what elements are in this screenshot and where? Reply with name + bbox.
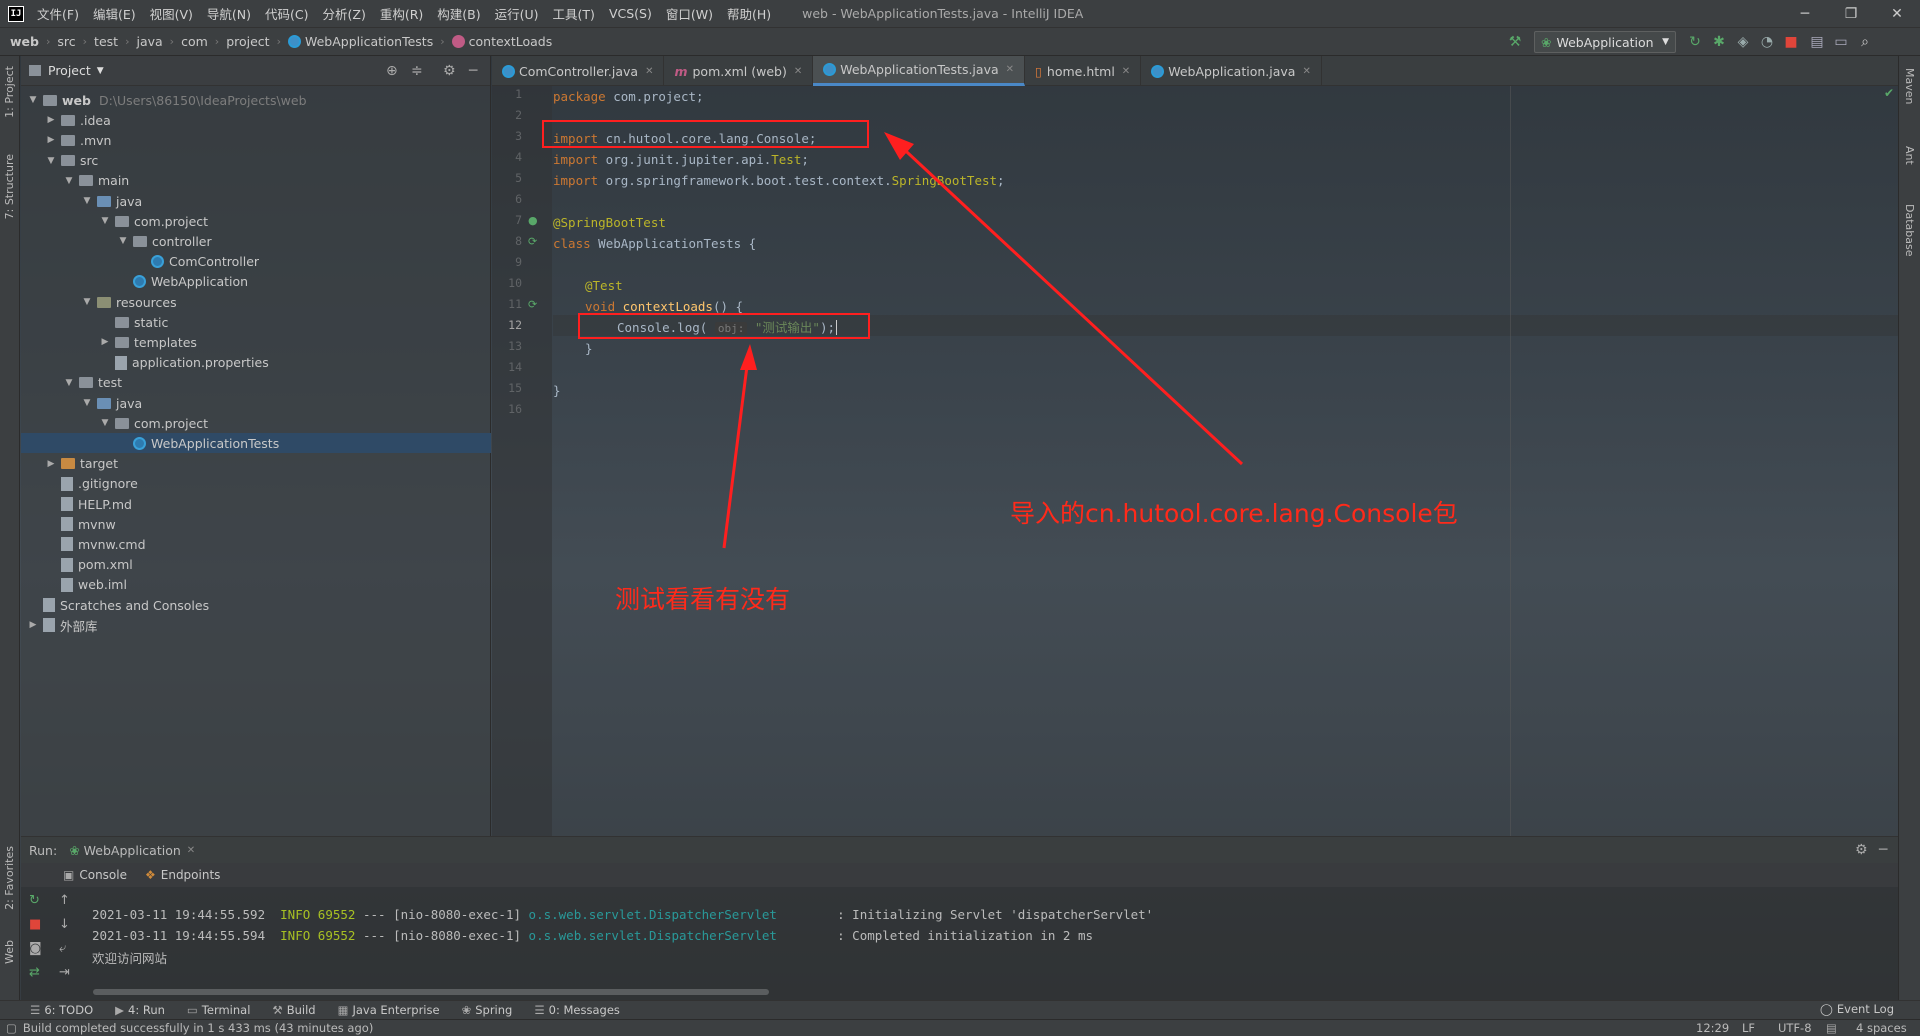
tool-window-icon: ⚒	[272, 1003, 283, 1017]
bottom-tab[interactable]: ▭ Terminal	[187, 1003, 250, 1017]
bottom-tab[interactable]: ☰ 6: TODO	[30, 1003, 93, 1017]
arrow-to-console-log	[722, 357, 750, 549]
bottom-tab[interactable]: ☰ 0: Messages	[534, 1003, 620, 1017]
event-log-button[interactable]: ◯ Event Log	[1820, 1002, 1894, 1016]
status-message[interactable]: Build completed successfully in 1 s 433 …	[23, 1021, 373, 1035]
run-label: Run:	[29, 842, 58, 858]
run-tool-window: Run: ❀ WebApplication ✕ ⚙ ─ ▣ Console ❖ …	[21, 836, 1898, 1000]
tool-window-icon: ☰	[30, 1003, 41, 1017]
arrowhead-icon	[740, 344, 757, 370]
bottom-tab-label: Java Enterprise	[352, 1003, 440, 1017]
tool-window-icon: ▶	[115, 1003, 125, 1017]
caret-position[interactable]: 12:29	[1696, 1021, 1729, 1035]
bottom-tab-label: 0: Messages	[548, 1003, 620, 1017]
bottom-tab[interactable]: ⚒ Build	[272, 1003, 315, 1017]
tool-window-icon: ▦	[337, 1003, 349, 1017]
indent-setting[interactable]: 4 spaces	[1856, 1021, 1907, 1035]
bottom-tab-label: Spring	[475, 1003, 513, 1017]
console-output: 欢迎访问网站	[92, 951, 168, 966]
tool-window-icon: ❀	[461, 1003, 472, 1017]
run-config-tab[interactable]: WebApplication	[84, 843, 181, 858]
rerun-icon[interactable]: ↻	[29, 893, 40, 908]
horizontal-scrollbar[interactable]	[93, 989, 769, 995]
restore-layout-icon[interactable]: ⇄	[29, 965, 40, 980]
scroll-end-icon[interactable]: ⇥	[59, 965, 70, 980]
soft-wrap-icon[interactable]: ⤶	[59, 941, 66, 956]
event-log-icon: ◯	[1820, 1002, 1833, 1016]
endpoints-tab[interactable]: Endpoints	[161, 868, 221, 882]
arrow-down-icon[interactable]: ↓	[59, 917, 70, 932]
file-encoding[interactable]: UTF-8	[1778, 1021, 1812, 1035]
line-separator[interactable]: LF	[1742, 1021, 1755, 1035]
tool-window-icon: ▭	[186, 1003, 198, 1017]
event-log-label: Event Log	[1836, 1002, 1895, 1016]
console-tab[interactable]: Console	[79, 868, 127, 882]
endpoints-icon: ❖	[144, 868, 156, 882]
arrow-to-import	[892, 138, 1244, 466]
gear-icon[interactable]: ⚙	[1855, 842, 1868, 858]
camera-icon[interactable]: ◙	[29, 941, 42, 956]
annotation-test-note: 测试看看有没有	[615, 585, 791, 614]
bottom-tab[interactable]: ▶ 4: Run	[115, 1003, 165, 1017]
console-icon: ▣	[63, 868, 75, 882]
bottom-tab[interactable]: ❀ Spring	[462, 1003, 513, 1017]
close-icon[interactable]: ✕	[187, 845, 195, 856]
log-line: 2021-03-11 19:44:55.592 INFO 69552 --- […	[92, 907, 1154, 922]
run-panel-subtabs: ▣ Console ❖ Endpoints	[21, 863, 1898, 887]
spring-icon: ❀	[69, 842, 80, 858]
run-panel-header: Run: ❀ WebApplication ✕ ⚙ ─	[21, 837, 1898, 863]
bottom-tab-label: 6: TODO	[44, 1003, 94, 1017]
bottom-tab-label: 4: Run	[128, 1003, 165, 1017]
bottom-tab[interactable]: ▦ Java Enterprise	[338, 1003, 440, 1017]
tool-window-icon: ☰	[534, 1003, 545, 1017]
status-icon: ▢	[6, 1021, 17, 1035]
status-bar: ▢ Build completed successfully in 1 s 43…	[0, 1019, 1920, 1036]
bottom-tab-label: Build	[286, 1003, 316, 1017]
bottom-tab-label: Terminal	[201, 1003, 251, 1017]
annotation-import-note: 导入的cn.hutool.core.lang.Console包	[1010, 499, 1458, 528]
hide-icon[interactable]: ─	[1879, 842, 1887, 858]
lock-icon[interactable]: ▤	[1826, 1021, 1837, 1035]
stop-icon[interactable]: ■	[29, 917, 41, 932]
log-line: 2021-03-11 19:44:55.594 INFO 69552 --- […	[92, 928, 1093, 943]
arrow-up-icon[interactable]: ↑	[59, 893, 70, 908]
bottom-tool-tabs: ☰ 6: TODO ▶ 4: Run ▭ Terminal ⚒ Build ▦ Java Ente…	[0, 1000, 1920, 1019]
